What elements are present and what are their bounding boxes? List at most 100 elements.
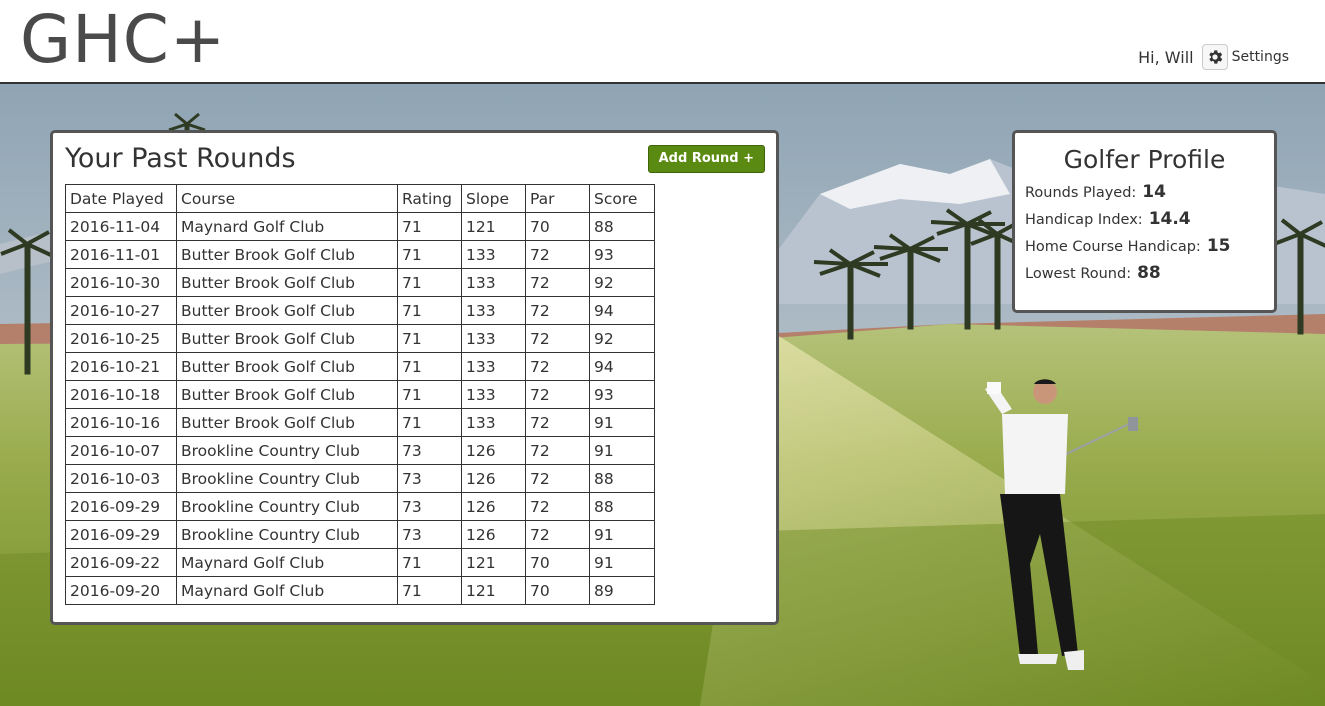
- cell-date: 2016-10-21: [65, 352, 177, 381]
- table-row: 2016-10-25 Butter Brook Golf Club 71 133 72 9…: [65, 324, 655, 353]
- cell-date: 2016-10-25: [65, 324, 177, 353]
- cell-date: 2016-10-16: [65, 408, 177, 437]
- cell-score: 88: [589, 492, 655, 521]
- cell-slope: 133: [461, 296, 526, 325]
- cell-rating: 71: [397, 268, 462, 297]
- table-row: 2016-09-29 Brookline Country Club 73 126 72 9…: [65, 520, 655, 549]
- add-round-button[interactable]: Add Round +: [647, 145, 765, 173]
- table-row: 2016-10-16 Butter Brook Golf Club 71 133 72 9…: [65, 408, 655, 437]
- cell-rating: 71: [397, 296, 462, 325]
- cell-course: Maynard Golf Club: [176, 548, 398, 577]
- cell-par: 72: [525, 380, 590, 409]
- cell-slope: 133: [461, 240, 526, 269]
- stat-label: Lowest Round:: [1025, 266, 1132, 282]
- cell-rating: 73: [397, 520, 462, 549]
- settings-label[interactable]: Settings: [1232, 49, 1289, 65]
- cell-slope: 133: [461, 324, 526, 353]
- table-row: 2016-10-18 Butter Brook Golf Club 71 133 72 9…: [65, 380, 655, 409]
- table-row: 2016-10-03 Brookline Country Club 73 126 72 8…: [65, 464, 655, 493]
- cell-slope: 126: [461, 436, 526, 465]
- cell-rating: 71: [397, 380, 462, 409]
- cell-slope: 121: [461, 212, 526, 241]
- cell-rating: 71: [397, 324, 462, 353]
- cell-slope: 126: [461, 520, 526, 549]
- column-header-slope: Slope: [461, 184, 526, 213]
- cell-score: 88: [589, 212, 655, 241]
- cell-par: 72: [525, 268, 590, 297]
- cell-slope: 121: [461, 576, 526, 605]
- rounds-table: Date Played Course Rating Slope Par Scor…: [65, 184, 655, 605]
- cell-rating: 73: [397, 436, 462, 465]
- stat-rounds-played: Rounds Played: 14: [1025, 182, 1274, 209]
- cell-course: Butter Brook Golf Club: [176, 324, 398, 353]
- cell-rating: 71: [397, 576, 462, 605]
- rounds-table-body: 2016-11-04 Maynard Golf Club 71 121 70 88 2016…: [65, 212, 655, 605]
- column-header-rating: Rating: [397, 184, 462, 213]
- past-rounds-title: Your Past Rounds: [65, 143, 296, 174]
- cell-score: 91: [589, 548, 655, 577]
- table-row: 2016-11-04 Maynard Golf Club 71 121 70 88: [65, 212, 655, 241]
- cell-slope: 133: [461, 408, 526, 437]
- cell-slope: 133: [461, 352, 526, 381]
- past-rounds-panel: Your Past Rounds Add Round + Date Played…: [50, 130, 779, 625]
- cell-score: 89: [589, 576, 655, 605]
- cell-par: 72: [525, 324, 590, 353]
- table-row: 2016-09-20 Maynard Golf Club 71 121 70 89: [65, 576, 655, 605]
- golfer-profile-panel: Golfer Profile Rounds Played: 14 Handica…: [1012, 130, 1277, 313]
- cell-date: 2016-10-07: [65, 436, 177, 465]
- cell-date: 2016-11-01: [65, 240, 177, 269]
- cell-par: 72: [525, 492, 590, 521]
- stat-value: 14.4: [1148, 209, 1191, 229]
- cell-course: Butter Brook Golf Club: [176, 296, 398, 325]
- column-header-course: Course: [176, 184, 398, 213]
- cell-par: 70: [525, 548, 590, 577]
- cell-rating: 71: [397, 408, 462, 437]
- cell-date: 2016-10-27: [65, 296, 177, 325]
- cell-score: 91: [589, 520, 655, 549]
- cell-par: 72: [525, 240, 590, 269]
- table-row: 2016-10-27 Butter Brook Golf Club 71 133 72 9…: [65, 296, 655, 325]
- stat-handicap-index: Handicap Index: 14.4: [1025, 209, 1274, 236]
- table-row: 2016-10-21 Butter Brook Golf Club 71 133 72 9…: [65, 352, 655, 381]
- cell-par: 72: [525, 296, 590, 325]
- cell-course: Butter Brook Golf Club: [176, 408, 398, 437]
- cell-course: Brookline Country Club: [176, 492, 398, 521]
- cell-score: 88: [589, 464, 655, 493]
- cell-score: 92: [589, 324, 655, 353]
- user-area: Hi, Will Settings: [1138, 44, 1289, 70]
- table-row: 2016-11-01 Butter Brook Golf Club 71 133 72 9…: [65, 240, 655, 269]
- cell-course: Maynard Golf Club: [176, 212, 398, 241]
- cell-course: Butter Brook Golf Club: [176, 352, 398, 381]
- cell-score: 94: [589, 296, 655, 325]
- cell-course: Butter Brook Golf Club: [176, 380, 398, 409]
- stat-label: Rounds Played:: [1025, 185, 1137, 201]
- cell-par: 70: [525, 576, 590, 605]
- cell-course: Brookline Country Club: [176, 464, 398, 493]
- table-row: 2016-09-29 Brookline Country Club 73 126 72 8…: [65, 492, 655, 521]
- cell-course: Butter Brook Golf Club: [176, 268, 398, 297]
- settings-button[interactable]: Settings: [1201, 44, 1289, 70]
- stat-label: Handicap Index:: [1025, 212, 1143, 228]
- stat-value: 14: [1142, 182, 1166, 202]
- stat-lowest-round: Lowest Round: 88: [1025, 263, 1274, 290]
- cell-score: 94: [589, 352, 655, 381]
- cell-par: 72: [525, 464, 590, 493]
- cell-rating: 71: [397, 352, 462, 381]
- column-header-par: Par: [525, 184, 590, 213]
- cell-date: 2016-10-30: [65, 268, 177, 297]
- cell-rating: 71: [397, 548, 462, 577]
- gear-icon[interactable]: [1201, 44, 1228, 70]
- cell-score: 93: [589, 240, 655, 269]
- user-greeting: Hi, Will: [1138, 47, 1194, 67]
- table-row: 2016-09-22 Maynard Golf Club 71 121 70 91: [65, 548, 655, 577]
- cell-date: 2016-09-20: [65, 576, 177, 605]
- cell-slope: 126: [461, 492, 526, 521]
- cell-score: 93: [589, 380, 655, 409]
- cell-date: 2016-09-29: [65, 520, 177, 549]
- cell-par: 70: [525, 212, 590, 241]
- cell-rating: 71: [397, 240, 462, 269]
- cell-course: Brookline Country Club: [176, 520, 398, 549]
- column-header-date: Date Played: [65, 184, 177, 213]
- cell-par: 72: [525, 352, 590, 381]
- app-logo[interactable]: GHC+: [20, 4, 226, 76]
